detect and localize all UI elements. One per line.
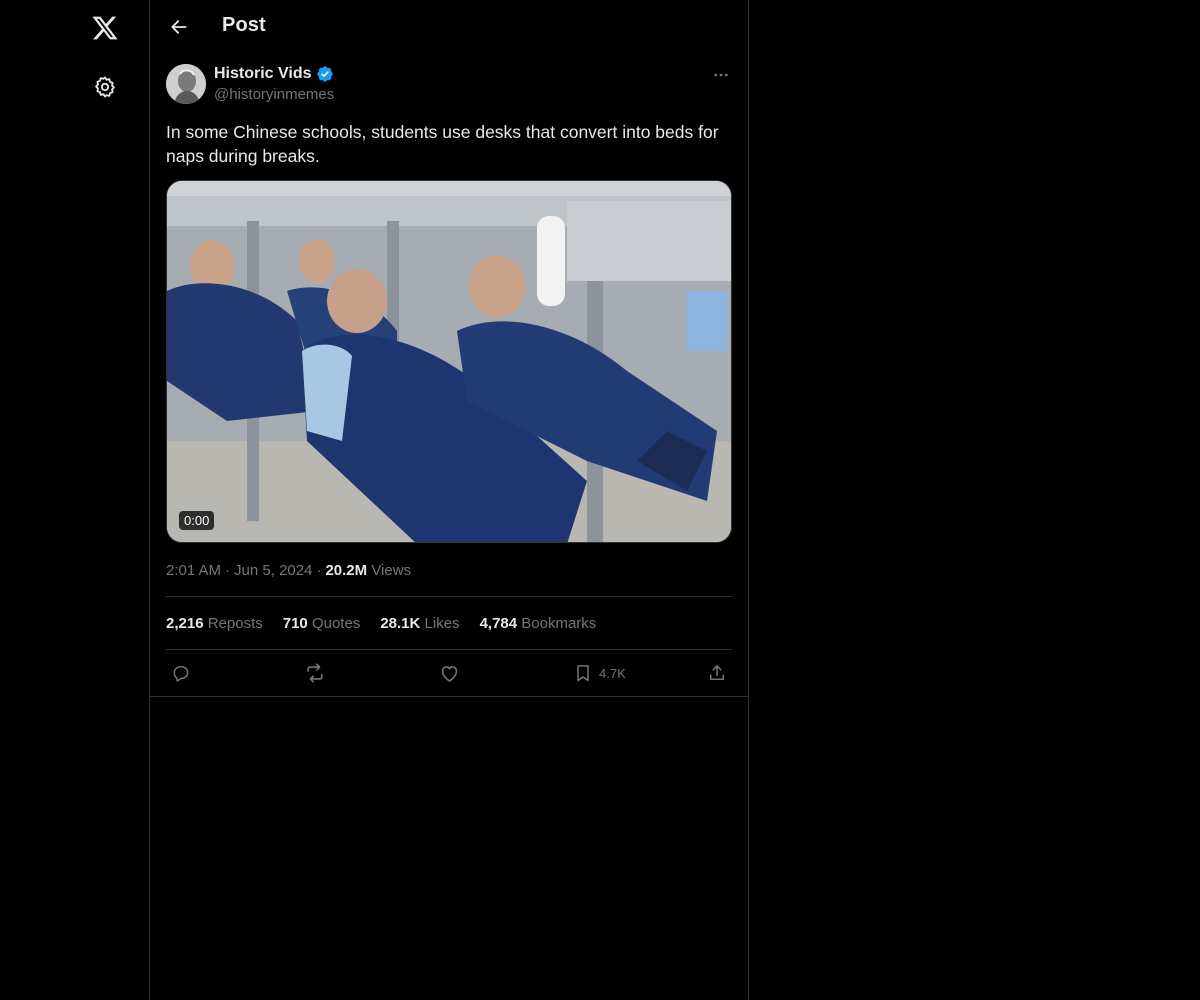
post-text: In some Chinese schools, students use de…	[166, 122, 719, 166]
share-icon	[710, 665, 724, 680]
views-count: 20.2M	[325, 562, 368, 579]
stat-label: Reposts	[207, 615, 263, 632]
reply-icon	[173, 666, 189, 682]
post-time[interactable]: 2:01 AM	[166, 562, 221, 579]
like-button[interactable]	[439, 661, 460, 685]
left-nav	[0, 0, 149, 1000]
views-label: Views	[371, 562, 412, 579]
video-thumbnail	[167, 181, 731, 542]
verified-badge-icon	[316, 66, 333, 82]
post-views: 20.2M Views	[325, 562, 411, 579]
meta-dot: ·	[316, 562, 322, 579]
x-logo-icon[interactable]	[85, 8, 125, 48]
divider	[150, 696, 748, 697]
author-name[interactable]: Historic Vids	[214, 65, 334, 83]
post-author: Historic Vids @historyinmemes	[166, 64, 733, 108]
author-handle[interactable]: @historyinmemes	[214, 86, 334, 103]
avatar[interactable]	[166, 64, 206, 104]
heart-icon	[441, 665, 458, 682]
divider	[166, 649, 732, 650]
stat-reposts[interactable]: 2,216 Reposts	[166, 615, 263, 632]
repost-icon	[307, 663, 323, 683]
repost-button[interactable]	[304, 661, 326, 685]
page-title: Post	[222, 14, 266, 36]
post-video[interactable]: 0:00	[166, 180, 732, 543]
more-horizontal-icon[interactable]	[709, 64, 733, 86]
stat-count: 710	[282, 615, 308, 632]
gear-icon[interactable]	[85, 67, 125, 107]
arrow-left-icon[interactable]	[162, 10, 196, 44]
post-header: Post	[150, 0, 748, 54]
meta-dot: ·	[225, 562, 231, 579]
stat-count: 4,784	[479, 615, 518, 632]
reply-button[interactable]	[171, 661, 191, 685]
share-button[interactable]	[707, 661, 727, 685]
post-meta: 2:01 AM · Jun 5, 2024 · 20.2M Views	[166, 562, 411, 579]
bookmark-button[interactable]: 4.7K	[573, 661, 626, 685]
bookmark-icon	[577, 665, 589, 682]
post-stats: 2,216 Reposts 710 Quotes 28.1K Likes 4,7…	[166, 615, 596, 632]
video-timestamp: 0:00	[179, 511, 215, 530]
stat-label: Quotes	[311, 615, 361, 632]
stat-bookmarks[interactable]: 4,784 Bookmarks	[480, 615, 597, 632]
author-name-text: Historic Vids	[214, 65, 312, 82]
stat-label: Bookmarks	[521, 615, 597, 632]
main-column: Post Historic Vids @historyinmemes In so…	[149, 0, 749, 1000]
divider	[166, 596, 732, 597]
stat-quotes[interactable]: 710 Quotes	[283, 615, 361, 632]
stat-count: 28.1K	[380, 615, 421, 632]
post: Historic Vids @historyinmemes In some Ch…	[166, 64, 733, 683]
stat-count: 2,216	[166, 615, 204, 632]
post-date[interactable]: Jun 5, 2024	[234, 562, 312, 579]
stat-likes[interactable]: 28.1K Likes	[380, 615, 459, 632]
stat-label: Likes	[424, 615, 460, 632]
bookmark-count: 4.7K	[599, 665, 626, 681]
post-actions: 4.7K	[166, 661, 732, 685]
